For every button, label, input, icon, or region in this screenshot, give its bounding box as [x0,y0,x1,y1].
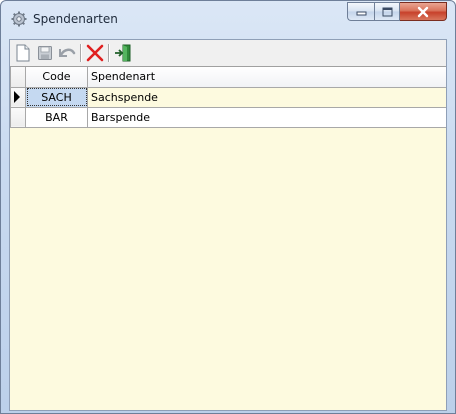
toolbar [10,40,446,66]
close-button[interactable] [400,2,447,21]
table-row[interactable]: BAR Barspende [10,106,446,128]
delete-icon [86,44,104,62]
cell-spendenart[interactable]: Sachspende [87,86,446,108]
caption-buttons [347,2,447,22]
spendenarten-table: Code Spendenart SACH Sachspende BAR Bars… [10,67,446,128]
new-document-icon [16,44,30,62]
header-row: Code Spendenart [10,67,446,88]
cell-code[interactable]: SACH [25,86,88,108]
toolbar-separator [80,44,82,62]
cell-spendenart[interactable]: Barspende [87,106,446,128]
column-header-code[interactable]: Code [25,67,88,88]
delete-button[interactable] [85,43,105,63]
row-header[interactable] [10,106,26,128]
toolbar-separator [108,44,110,62]
row-header-corner [10,67,26,88]
save-icon [38,46,52,60]
exit-door-icon [115,44,131,62]
title-bar[interactable]: Spendenarten [1,1,455,39]
maximize-button[interactable] [374,2,400,21]
current-row-arrow-icon [14,91,20,103]
cell-code[interactable]: BAR [25,106,88,128]
exit-button[interactable] [113,43,133,63]
save-button[interactable] [35,43,55,63]
column-header-spendenart[interactable]: Spendenart [87,67,446,88]
close-icon [417,6,429,17]
row-header[interactable] [10,86,26,108]
minimize-icon [356,11,366,16]
undo-icon [59,48,76,57]
table-row[interactable]: SACH Sachspende [10,86,446,108]
maximize-icon [382,7,392,16]
data-grid[interactable]: Code Spendenart SACH Sachspende BAR Bars… [10,66,446,410]
new-button[interactable] [13,43,33,63]
window-title: Spendenarten [33,12,118,26]
minimize-button[interactable] [347,2,374,21]
spendenarten-window: Spendenarten Code Spendenart SACH Sachsp… [0,0,456,414]
gear-icon[interactable] [11,11,27,27]
undo-button[interactable] [57,43,77,63]
content-area: Code Spendenart SACH Sachspende BAR Bars… [9,39,447,411]
